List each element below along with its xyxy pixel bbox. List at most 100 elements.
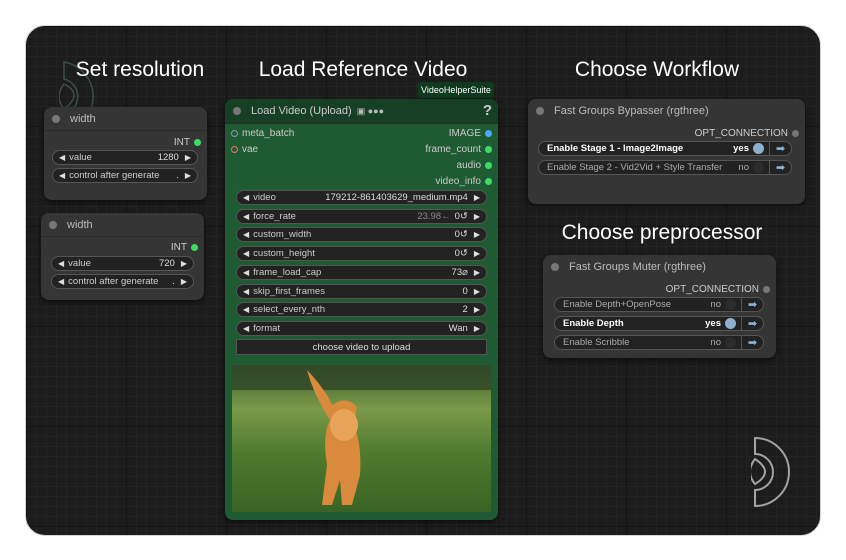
widget-select-every-nth[interactable]: ◀ select_every_nth 2 ▶ — [236, 302, 487, 318]
output-port-icon[interactable] — [485, 146, 492, 153]
input-port-icon[interactable] — [231, 130, 238, 137]
group-title-choose-workflow: Choose Workflow — [574, 58, 740, 81]
widget-value: Wan — [448, 322, 468, 334]
node-title: width — [70, 112, 96, 125]
toggle-state: no — [738, 162, 749, 173]
choose-video-upload-button[interactable]: choose video to upload — [236, 339, 487, 355]
help-icon[interactable]: ? — [483, 102, 492, 119]
toggle-switch-icon[interactable] — [725, 337, 736, 348]
decrement-arrow-icon[interactable]: ◀ — [59, 153, 65, 162]
output-port-icon[interactable] — [485, 130, 492, 137]
collapse-dot-icon[interactable] — [49, 220, 57, 229]
collapse-dot-icon[interactable] — [233, 107, 241, 115]
widget-label: video — [253, 192, 276, 203]
collapse-dot-icon[interactable] — [551, 263, 559, 271]
group-title-set-resolution: Set resolution — [75, 58, 205, 81]
node-title: Fast Groups Bypasser (rgthree) — [554, 105, 709, 117]
input-label: meta_batch — [242, 128, 295, 139]
output-port-icon[interactable] — [485, 162, 492, 169]
collapse-dot-icon[interactable] — [536, 107, 544, 115]
output-port-icon[interactable] — [194, 139, 201, 146]
widget-frame-load-cap[interactable]: ◀ frame_load_cap 73⌀ ▶ — [236, 264, 487, 280]
output-port-icon[interactable] — [191, 244, 198, 251]
decrement-arrow-icon[interactable]: ◀ — [58, 259, 64, 268]
widget-label: format — [253, 322, 281, 334]
fast-groups-muter-node[interactable]: Fast Groups Muter (rgthree) OPT_CONNECTI… — [543, 255, 776, 358]
widget-value: 0↺ — [454, 210, 468, 222]
widget-custom-height[interactable]: ◀ custom_height 0↺ ▶ — [236, 246, 487, 262]
toggle-switch-icon[interactable] — [753, 143, 764, 154]
widget-value: 720 — [158, 258, 175, 269]
decrement-arrow-icon[interactable]: ◀ — [58, 277, 64, 286]
decrement-arrow-icon[interactable]: ◀ — [243, 230, 249, 239]
decrement-arrow-icon[interactable]: ◀ — [243, 249, 249, 258]
value-widget[interactable]: ◀ value 720 ▶ — [51, 256, 194, 271]
output-port-icon[interactable] — [792, 130, 799, 137]
decrement-arrow-icon[interactable]: ◀ — [243, 305, 249, 314]
navigate-arrow-icon[interactable]: ➡ — [741, 336, 763, 349]
collapse-dot-icon[interactable] — [52, 114, 60, 123]
increment-arrow-icon[interactable]: ▶ — [474, 212, 480, 221]
widget-custom-width[interactable]: ◀ custom_width 0↺ ▶ — [236, 227, 487, 243]
group-toggle[interactable]: Enable Scribble no ➡ — [554, 335, 764, 350]
logo-icon — [751, 436, 790, 508]
decrement-arrow-icon[interactable]: ◀ — [243, 324, 249, 333]
widget-label: select_every_nth — [253, 304, 325, 316]
widget-label: control after generate — [68, 276, 159, 287]
increment-arrow-icon[interactable]: ▶ — [181, 259, 187, 268]
widget-label: control after generate — [69, 170, 160, 181]
output-label: INT — [170, 242, 187, 253]
group-toggle[interactable]: Enable Depth yes ➡ — [554, 316, 764, 331]
toggle-switch-icon[interactable] — [725, 318, 736, 329]
widget-value: . — [176, 170, 179, 181]
widget-format[interactable]: ◀ format Wan ▶ — [236, 320, 487, 336]
widget-label: value — [68, 258, 91, 269]
toggle-switch-icon[interactable] — [753, 162, 764, 173]
increment-arrow-icon[interactable]: ▶ — [474, 249, 480, 258]
increment-arrow-icon[interactable]: ▶ — [185, 153, 191, 162]
navigate-arrow-icon[interactable]: ➡ — [741, 298, 763, 311]
navigate-arrow-icon[interactable]: ➡ — [769, 142, 791, 155]
toggle-state: no — [710, 299, 721, 310]
increment-arrow-icon[interactable]: ▶ — [185, 171, 191, 180]
group-toggle[interactable]: Enable Stage 2 - Vid2Vid + Style Transfe… — [538, 160, 792, 175]
increment-arrow-icon[interactable]: ▶ — [474, 287, 480, 296]
output-port-icon[interactable] — [763, 286, 770, 293]
decrement-arrow-icon[interactable]: ◀ — [243, 212, 249, 221]
increment-arrow-icon[interactable]: ▶ — [474, 268, 480, 277]
output-label: INT — [173, 137, 190, 148]
decrement-arrow-icon[interactable]: ◀ — [243, 287, 249, 296]
increment-arrow-icon[interactable]: ▶ — [181, 277, 187, 286]
group-toggle[interactable]: Enable Stage 1 - Image2Image yes ➡ — [538, 141, 792, 156]
control-after-generate-widget[interactable]: ◀ control after generate. ▶ — [51, 274, 194, 289]
group-toggle[interactable]: Enable Depth+OpenPose no ➡ — [554, 297, 764, 312]
widget-value: 73⌀ — [451, 266, 468, 278]
navigate-arrow-icon[interactable]: ➡ — [741, 317, 763, 330]
widget-force-rate[interactable]: ◀ force_rate 23.98← 0↺ ▶ — [236, 208, 487, 224]
increment-arrow-icon[interactable]: ▶ — [474, 193, 480, 202]
decrement-arrow-icon[interactable]: ◀ — [243, 268, 249, 277]
fast-groups-bypasser-node[interactable]: Fast Groups Bypasser (rgthree) OPT_CONNE… — [528, 99, 805, 204]
decrement-arrow-icon[interactable]: ◀ — [59, 171, 65, 180]
widget-skip-first-frames[interactable]: ◀ skip_first_frames 0 ▶ — [236, 283, 487, 299]
control-after-generate-widget[interactable]: ◀ control after generate. ▶ — [52, 168, 198, 183]
vhs-badge-icon: ▣ ●●● — [356, 105, 385, 116]
video-preview — [232, 365, 491, 512]
value-widget[interactable]: ◀ value 1280 ▶ — [52, 150, 198, 165]
group-title-load-reference-video: Load Reference Video — [258, 58, 468, 81]
navigate-arrow-icon[interactable]: ➡ — [769, 161, 791, 174]
toggle-label: Enable Stage 1 - Image2Image — [547, 143, 684, 154]
toggle-switch-icon[interactable] — [725, 299, 736, 310]
width-node[interactable]: width INT ◀ value 720 ▶ ◀ control after gene… — [41, 213, 204, 300]
output-port-icon[interactable] — [485, 178, 492, 185]
increment-arrow-icon[interactable]: ▶ — [474, 324, 480, 333]
increment-arrow-icon[interactable]: ▶ — [474, 230, 480, 239]
node-title: Load Video (Upload) — [251, 105, 352, 117]
load-video-node[interactable]: Load Video (Upload) ▣ ●●●? meta_batch vae… — [225, 99, 498, 520]
decrement-arrow-icon[interactable]: ◀ — [243, 193, 249, 202]
widget-video[interactable]: ◀ video 179212-861403629_medium.mp4 ▶ — [236, 190, 487, 205]
input-port-icon[interactable] — [231, 146, 238, 153]
widget-label: custom_height — [253, 248, 315, 260]
width-node[interactable]: width INT ◀ value 1280 ▶ ◀ control after gen… — [44, 107, 207, 200]
increment-arrow-icon[interactable]: ▶ — [474, 305, 480, 314]
